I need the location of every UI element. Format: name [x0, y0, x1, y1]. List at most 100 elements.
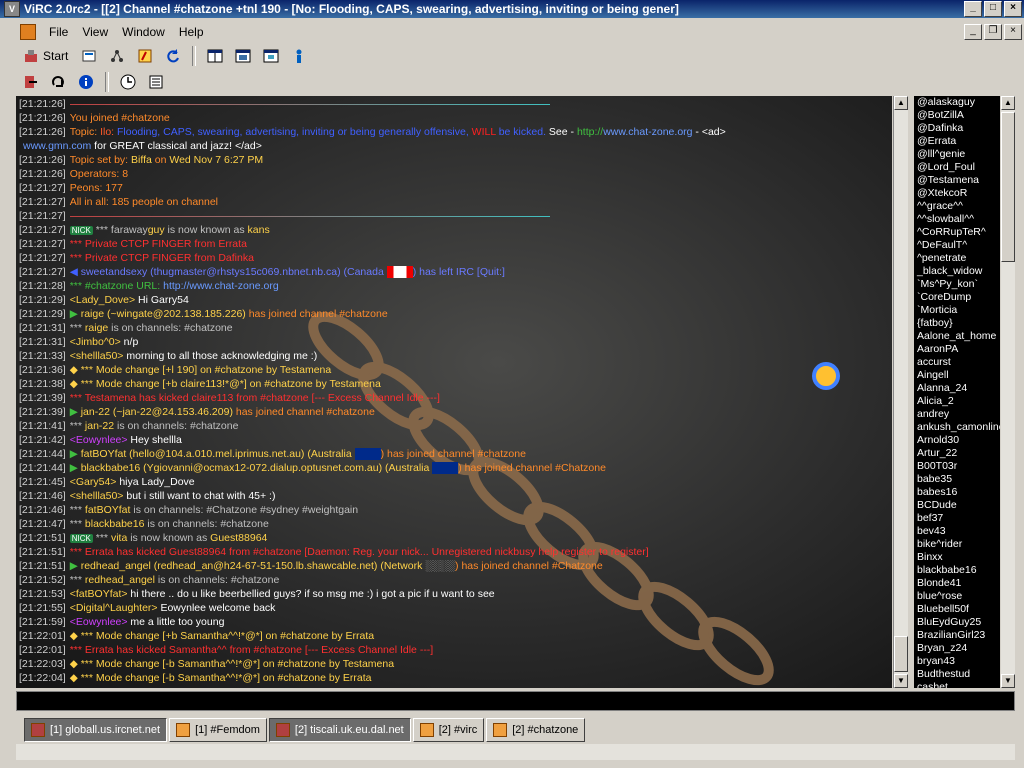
timestamp: [21:21:39] — [19, 392, 66, 404]
nick-list-item[interactable]: BCDude — [914, 499, 1000, 512]
chat-scroll-thumb[interactable] — [894, 636, 908, 672]
menu-view[interactable]: View — [75, 25, 115, 39]
nick-list-item[interactable]: ^penetrate — [914, 252, 1000, 265]
menu-help[interactable]: Help — [172, 25, 211, 39]
nick-list-item[interactable]: `CoreDump — [914, 291, 1000, 304]
app-icon[interactable]: V — [4, 1, 20, 17]
nick-list-item[interactable]: Budthestud — [914, 668, 1000, 681]
nick-list-item[interactable]: @XtekcoR — [914, 187, 1000, 200]
nick-list-item[interactable]: @lll^genie — [914, 148, 1000, 161]
child-close-button[interactable]: × — [1004, 24, 1022, 40]
scroll-down-arrow[interactable]: ▼ — [894, 674, 908, 688]
nick-list-item[interactable]: BrazilianGirl23 — [914, 629, 1000, 642]
nick-list-item[interactable]: bev43 — [914, 525, 1000, 538]
nick-list-item[interactable]: Alicia_2 — [914, 395, 1000, 408]
timestamp: [21:21:27] — [19, 182, 66, 194]
nick-list-item[interactable]: bef37 — [914, 512, 1000, 525]
nick-list-item[interactable]: @alaskaguy — [914, 96, 1000, 109]
menu-window[interactable]: Window — [115, 25, 172, 39]
part-button[interactable] — [18, 70, 42, 94]
chat-text: Flooding, CAPS, swearing, advertising, i… — [117, 126, 472, 138]
nick-list-item[interactable]: cashet — [914, 681, 1000, 688]
nick-list-item[interactable]: ankush_camonline — [914, 421, 1000, 434]
script-button[interactable] — [133, 44, 157, 68]
nick-list-item[interactable]: accurst — [914, 356, 1000, 369]
message-input[interactable] — [16, 691, 1015, 711]
nick-list-item[interactable]: `Morticia — [914, 304, 1000, 317]
child-restore-button[interactable]: ❐ — [984, 24, 1002, 40]
nick-list-item[interactable]: bike^rider — [914, 538, 1000, 551]
maximize-button[interactable]: □ — [984, 1, 1002, 17]
nick-list-item[interactable]: @Errata — [914, 135, 1000, 148]
info-button[interactable] — [74, 70, 98, 94]
nick-list-item[interactable]: Bryan_z24 — [914, 642, 1000, 655]
document-menu-icon[interactable] — [20, 24, 36, 40]
child-minimize-button[interactable]: _ — [964, 24, 982, 40]
nick-list-item[interactable]: ^CoRRupTeR^ — [914, 226, 1000, 239]
timestamp: [21:21:27] — [19, 196, 66, 208]
scroll-down-arrow[interactable]: ▼ — [1001, 674, 1015, 688]
horizontal-scrollbar[interactable] — [16, 744, 1015, 760]
chat-area[interactable]: [21:21:26] [21:21:26] You joined #chatzone… — [16, 96, 892, 688]
nick-list-item[interactable]: {fatboy} — [914, 317, 1000, 330]
nick-list-item[interactable]: Artur_22 — [914, 447, 1000, 460]
nick-list[interactable]: @alaskaguy @BotZillA @Dafinka @Errata @lll^g… — [914, 96, 1000, 688]
user-button[interactable] — [287, 44, 311, 68]
rejoin-button[interactable] — [46, 70, 70, 94]
server-list-button[interactable] — [77, 44, 101, 68]
chat-text: *** Private CTCP FINGER from — [69, 252, 219, 264]
nick-list-item[interactable]: blue^rose — [914, 590, 1000, 603]
timestamp-button[interactable] — [116, 70, 140, 94]
nick-list-item[interactable]: ^^grace^^ — [914, 200, 1000, 213]
nick-list-item[interactable]: babe35 — [914, 473, 1000, 486]
log-button[interactable] — [144, 70, 168, 94]
nick-list-item[interactable]: Aalone_at_home — [914, 330, 1000, 343]
nick-list-scroll-thumb[interactable] — [1001, 112, 1015, 262]
nick-list-item[interactable]: @Testamena — [914, 174, 1000, 187]
chat-scrollbar[interactable]: ▲ ▼ — [893, 96, 908, 688]
nick-list-item[interactable]: andrey — [914, 408, 1000, 421]
nick-list-scrollbar[interactable]: ▲ ▼ — [1001, 96, 1015, 688]
nick-list-item[interactable]: blackbabe16 — [914, 564, 1000, 577]
nick-list-item[interactable]: Blonde41 — [914, 577, 1000, 590]
arrange-button[interactable] — [259, 44, 283, 68]
nick-list-item[interactable]: Aingell — [914, 369, 1000, 382]
chat-text: ◆ *** Mode change [+b claire113!*@*] on … — [69, 378, 330, 390]
scroll-up-arrow[interactable]: ▲ — [894, 96, 908, 110]
close-button[interactable]: × — [1004, 1, 1022, 17]
window-tab[interactable]: [1] globall.us.ircnet.net — [24, 718, 168, 742]
nick-list-item[interactable]: babes16 — [914, 486, 1000, 499]
nick-list-item[interactable]: Arnold30 — [914, 434, 1000, 447]
nick-list-item[interactable]: Binxx — [914, 551, 1000, 564]
window-tab[interactable]: [1] #Femdom — [169, 718, 267, 742]
nick-list-item[interactable]: `Ms^Py_kon` — [914, 278, 1000, 291]
chat-text: is on channels: #chatzone — [108, 322, 233, 334]
nick-list-item[interactable]: ^DeFaulT^ — [914, 239, 1000, 252]
nick-list-item[interactable]: _black_widow — [914, 265, 1000, 278]
nick-list-item[interactable]: Bluebell50f — [914, 603, 1000, 616]
nick-list-item[interactable]: @Dafinka — [914, 122, 1000, 135]
network-button[interactable] — [105, 44, 129, 68]
chat-text: ▶ — [69, 406, 81, 418]
nick-list-item[interactable]: AaronPA — [914, 343, 1000, 356]
cascade-button[interactable] — [231, 44, 255, 68]
nick-list-item[interactable]: @BotZillA — [914, 109, 1000, 122]
minimize-button[interactable]: _ — [964, 1, 982, 17]
window-tab[interactable]: [2] #chatzone — [486, 718, 586, 742]
window-tab[interactable]: [2] tiscali.uk.eu.dal.net — [268, 718, 411, 742]
tile-button[interactable] — [203, 44, 227, 68]
start-button[interactable]: Start — [18, 44, 73, 68]
scroll-up-arrow[interactable]: ▲ — [1001, 96, 1015, 110]
nick-list-item[interactable]: bryan43 — [914, 655, 1000, 668]
nick-list-item[interactable]: ^^slowball^^ — [914, 213, 1000, 226]
nick-list-item[interactable]: Alanna_24 — [914, 382, 1000, 395]
refresh-button[interactable] — [161, 44, 185, 68]
chat-line: [21:21:46] <shellla50> but i still want t… — [16, 489, 892, 503]
secondary-toolbar — [18, 69, 168, 95]
nick-list-item[interactable]: BluEydGuy25 — [914, 616, 1000, 629]
nick-list-item[interactable]: @Lord_Foul — [914, 161, 1000, 174]
menu-file[interactable]: File — [42, 25, 75, 39]
nick-list-item[interactable]: B00T03r — [914, 460, 1000, 473]
chat-text: - <ad> — [692, 126, 726, 138]
window-tab[interactable]: [2] #virc — [412, 718, 485, 742]
